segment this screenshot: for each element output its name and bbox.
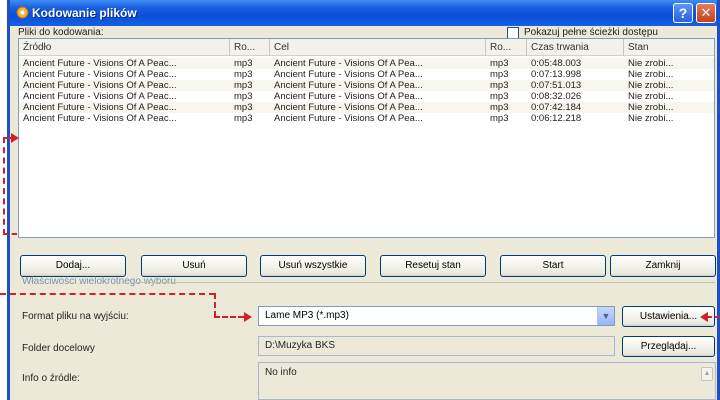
- annotation-line-left-vertical: [3, 137, 5, 235]
- table-cell: Ancient Future - Visions Of A Peac...: [23, 113, 177, 124]
- annotation-arrow-format: [244, 312, 252, 322]
- table-cell: mp3: [490, 102, 509, 113]
- column-header-source-ext[interactable]: Ro...: [230, 39, 270, 56]
- table-cell: 0:05:48.003: [531, 58, 582, 69]
- table-cell: 0:07:42.184: [531, 102, 582, 113]
- column-header-source[interactable]: Źródło: [19, 39, 230, 56]
- table-cell: Ancient Future - Visions Of A Peac...: [23, 80, 177, 91]
- title-bar[interactable]: Kodowanie plików ? ✕: [10, 0, 717, 26]
- show-full-paths-label[interactable]: Pokazuj pełne ścieżki dostępu: [524, 27, 658, 38]
- column-header-duration[interactable]: Czas trwania: [527, 39, 624, 56]
- table-cell: Nie zrobi...: [628, 102, 674, 113]
- table-cell: mp3: [234, 113, 253, 124]
- column-header-target[interactable]: Cel: [270, 39, 486, 56]
- annotation-line-format-vertical: [214, 293, 216, 317]
- table-cell: mp3: [490, 69, 509, 80]
- table-cell: Nie zrobi...: [628, 80, 674, 91]
- group-divider: [130, 282, 715, 283]
- remove-button[interactable]: Usuń: [141, 255, 247, 277]
- table-row[interactable]: Ancient Future - Visions Of A Peac... mp3…: [19, 58, 714, 69]
- table-cell: mp3: [234, 58, 253, 69]
- files-table[interactable]: Źródło Ro... Cel Ro... Czas trwania Stan…: [18, 38, 715, 238]
- app-icon: [16, 6, 29, 19]
- dest-folder-label: Folder docelowy: [22, 343, 95, 354]
- output-format-value: Lame MP3 (*.mp3): [265, 310, 349, 321]
- dest-folder-field[interactable]: D:\Muzyka BKS: [258, 336, 615, 356]
- add-button[interactable]: Dodaj...: [20, 255, 126, 277]
- remove-all-button[interactable]: Usuń wszystkie: [260, 255, 366, 277]
- table-cell: Nie zrobi...: [628, 91, 674, 102]
- table-cell: mp3: [490, 113, 509, 124]
- annotation-line-format-horizontal: [0, 293, 215, 295]
- output-format-select[interactable]: Lame MP3 (*.mp3) ▼: [258, 306, 615, 326]
- table-cell: Ancient Future - Visions Of A Pea...: [274, 102, 423, 113]
- table-cell: Ancient Future - Visions Of A Pea...: [274, 113, 423, 124]
- table-cell: mp3: [234, 69, 253, 80]
- table-cell: Ancient Future - Visions Of A Peac...: [23, 58, 177, 69]
- annotation-line-settings: [707, 316, 720, 318]
- files-label: Pliki do kodowania:: [18, 27, 104, 38]
- table-cell: mp3: [490, 80, 509, 91]
- window-title: Kodowanie plików: [32, 6, 137, 20]
- source-info-value: No info: [265, 367, 297, 378]
- chevron-down-icon[interactable]: ▼: [597, 307, 614, 325]
- help-button[interactable]: ?: [673, 3, 693, 23]
- table-cell: Ancient Future - Visions Of A Pea...: [274, 91, 423, 102]
- table-cell: 0:07:13.998: [531, 69, 582, 80]
- table-header: Źródło Ro... Cel Ro... Czas trwania Stan: [19, 39, 714, 56]
- table-cell: mp3: [234, 102, 253, 113]
- table-cell: mp3: [234, 80, 253, 91]
- table-cell: Ancient Future - Visions Of A Peac...: [23, 91, 177, 102]
- table-cell: Ancient Future - Visions Of A Peac...: [23, 69, 177, 80]
- browse-button[interactable]: Przeglądaj...: [622, 336, 715, 357]
- table-cell: Ancient Future - Visions Of A Peac...: [23, 102, 177, 113]
- annotation-arrow-table: [11, 133, 19, 143]
- table-row[interactable]: Ancient Future - Visions Of A Peac... mp3…: [19, 91, 714, 102]
- close-window-button[interactable]: ✕: [696, 3, 716, 23]
- table-cell: Nie zrobi...: [628, 69, 674, 80]
- table-cell: mp3: [490, 58, 509, 69]
- close-button[interactable]: Zamknij: [610, 255, 716, 277]
- table-cell: 0:07:51.013: [531, 80, 582, 91]
- annotation-line-format-to-select: [214, 316, 244, 318]
- annotation-line-left-bottom: [3, 233, 17, 235]
- table-cell: Ancient Future - Visions Of A Pea...: [274, 58, 423, 69]
- table-cell: Nie zrobi...: [628, 113, 674, 124]
- column-header-target-ext[interactable]: Ro...: [486, 39, 527, 56]
- table-cell: 0:06:12.218: [531, 113, 582, 124]
- table-cell: 0:08:32.026: [531, 91, 582, 102]
- table-row[interactable]: Ancient Future - Visions Of A Peac... mp3…: [19, 102, 714, 113]
- source-info-box: No info ▲: [258, 362, 716, 400]
- output-format-label: Format pliku na wyjściu:: [22, 311, 129, 322]
- table-row[interactable]: Ancient Future - Visions Of A Peac... mp3…: [19, 80, 714, 91]
- start-button[interactable]: Start: [500, 255, 606, 277]
- scroll-up-icon[interactable]: ▲: [701, 367, 713, 381]
- reset-status-button[interactable]: Resetuj stan: [380, 255, 486, 277]
- table-cell: mp3: [490, 91, 509, 102]
- table-cell: Ancient Future - Visions Of A Pea...: [274, 80, 423, 91]
- table-row[interactable]: Ancient Future - Visions Of A Peac... mp3…: [19, 113, 714, 124]
- table-cell: mp3: [234, 91, 253, 102]
- source-info-label: Info o źródle:: [22, 373, 80, 384]
- table-cell: Nie zrobi...: [628, 58, 674, 69]
- column-header-status[interactable]: Stan: [624, 39, 716, 56]
- table-row[interactable]: Ancient Future - Visions Of A Peac... mp3…: [19, 69, 714, 80]
- encoding-window: Kodowanie plików ? ✕ Pliki do kodowania:…: [7, 0, 720, 400]
- table-cell: Ancient Future - Visions Of A Pea...: [274, 69, 423, 80]
